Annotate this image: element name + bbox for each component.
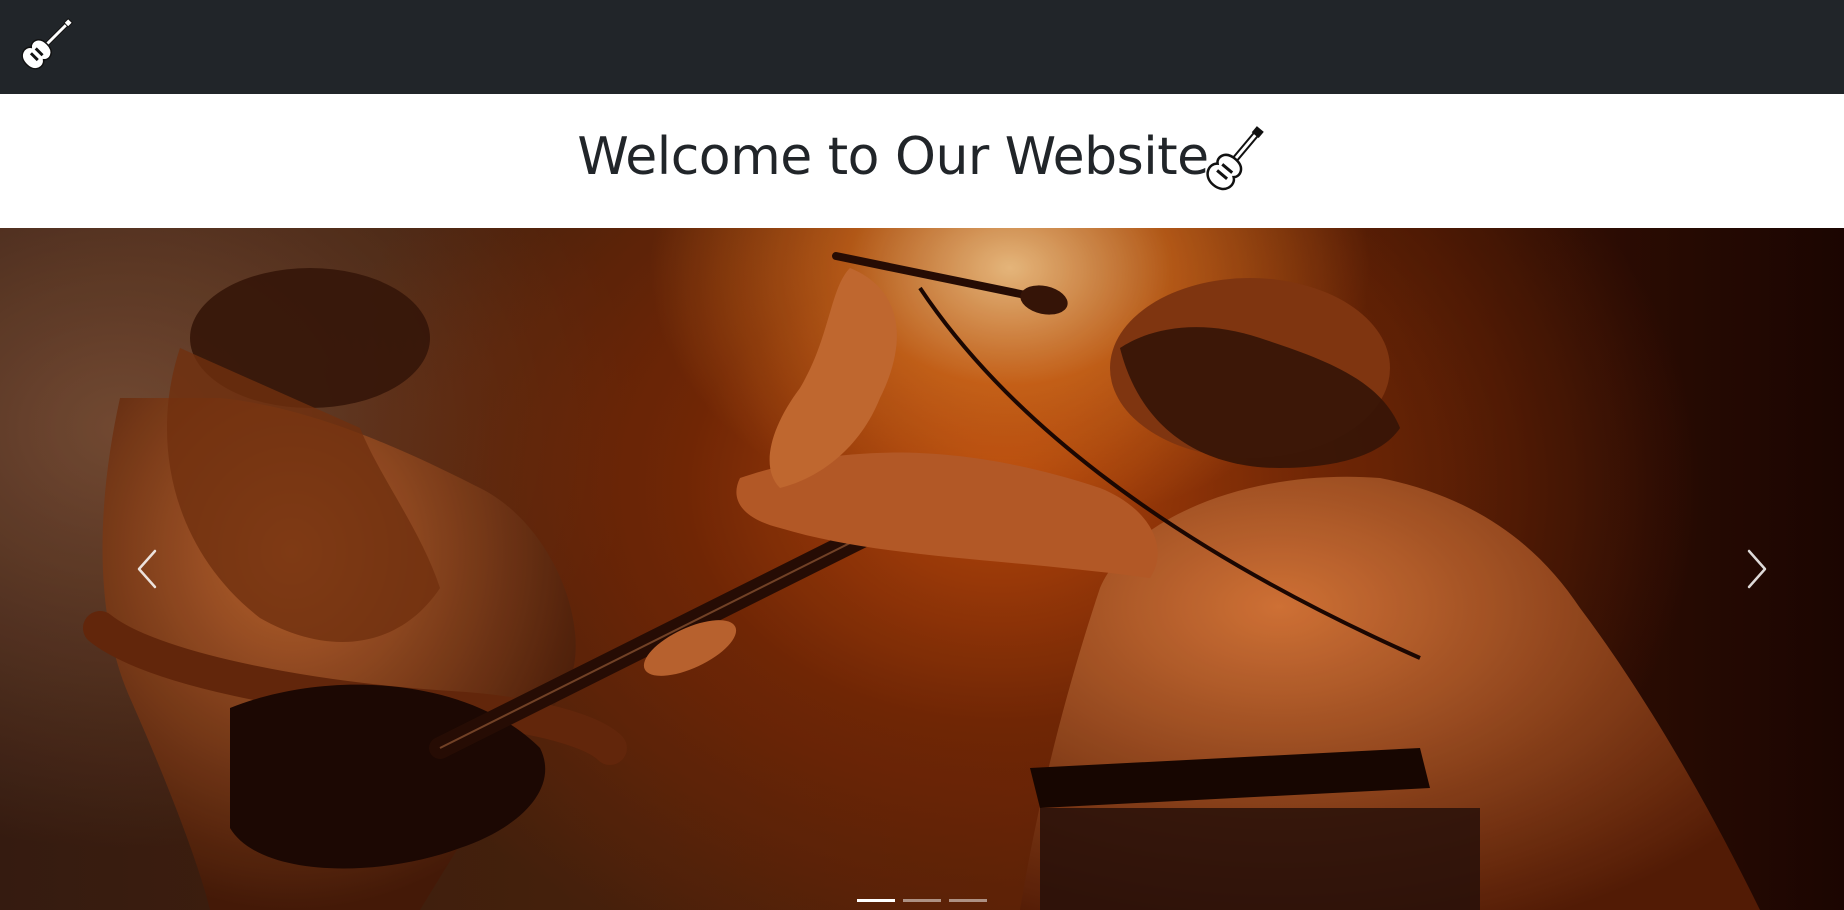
concert-photo xyxy=(0,228,1844,910)
hero-carousel[interactable] xyxy=(0,228,1844,910)
carousel-prev-button[interactable] xyxy=(72,228,222,910)
carousel-indicator-2[interactable] xyxy=(903,898,941,902)
carousel-indicator-3[interactable] xyxy=(949,898,987,902)
electric-guitar-icon xyxy=(1205,126,1264,191)
navbar xyxy=(0,0,1844,94)
carousel-indicators xyxy=(0,894,1844,906)
chevron-left-icon xyxy=(137,549,157,589)
carousel-next-button[interactable] xyxy=(1682,228,1832,910)
page-title: Welcome to Our Website xyxy=(577,127,1209,187)
carousel-indicator-1[interactable] xyxy=(857,898,895,902)
chevron-right-icon xyxy=(1747,549,1767,589)
page-header: Welcome to Our Website xyxy=(0,94,1844,228)
page-title-wrap: Welcome to Our Website xyxy=(0,122,1844,192)
navbar-brand-guitar-icon[interactable] xyxy=(18,15,76,73)
